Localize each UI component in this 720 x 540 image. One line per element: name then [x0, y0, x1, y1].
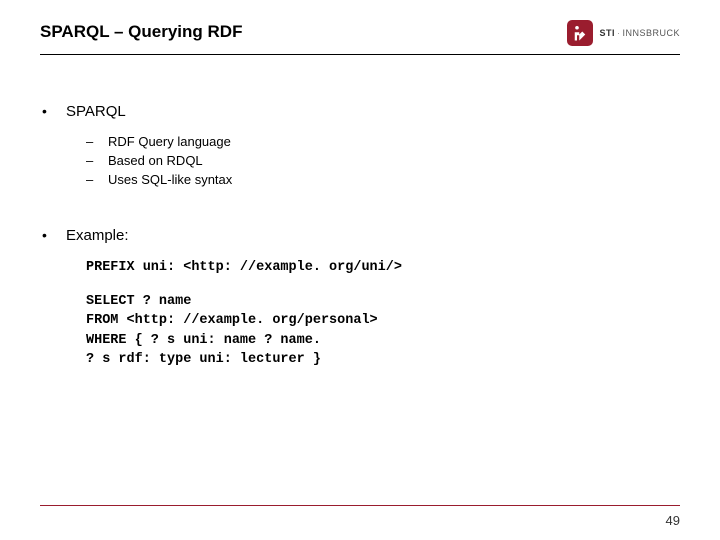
code-line: ? s rdf: type uni: lecturer } — [86, 350, 680, 370]
code-line: FROM <http: //example. org/personal> — [86, 311, 680, 331]
code-line: WHERE { ? s uni: name ? name. — [86, 331, 680, 351]
slide-title: SPARQL – Querying RDF — [40, 22, 242, 42]
bullet-marker: • — [42, 104, 66, 118]
sub-text: Uses SQL-like syntax — [108, 172, 232, 187]
sub-text: Based on RDQL — [108, 153, 203, 168]
logo-sep: · — [617, 28, 621, 38]
code-block: PREFIX uni: <http: //example. org/uni/> … — [86, 258, 680, 370]
logo-text: STI·INNSBRUCK — [599, 28, 680, 38]
footer-divider — [40, 505, 680, 506]
sub-item: – Based on RDQL — [86, 153, 680, 168]
bullet-sparql: • SPARQL — [42, 103, 680, 120]
slide-header: SPARQL – Querying RDF STI·INNSBRUCK — [40, 22, 680, 46]
dash-marker: – — [86, 153, 108, 168]
sub-text: RDF Query language — [108, 134, 231, 149]
logo-sti: STI — [599, 28, 615, 38]
slide-content: • SPARQL – RDF Query language – Based on… — [40, 103, 680, 370]
bullet-text: SPARQL — [66, 103, 126, 120]
dash-marker: – — [86, 172, 108, 187]
bullet-text: Example: — [66, 227, 129, 244]
code-line: SELECT ? name — [86, 292, 680, 312]
bullet-marker: • — [42, 228, 66, 242]
dash-marker: – — [86, 134, 108, 149]
code-blank-line — [86, 278, 680, 292]
bullet-example: • Example: — [42, 227, 680, 244]
sub-item: – RDF Query language — [86, 134, 680, 149]
sparql-sublist: – RDF Query language – Based on RDQL – U… — [86, 134, 680, 187]
logo-name: INNSBRUCK — [622, 28, 680, 38]
slide: SPARQL – Querying RDF STI·INNSBRUCK • SP… — [0, 0, 720, 540]
logo: STI·INNSBRUCK — [567, 20, 680, 46]
sub-item: – Uses SQL-like syntax — [86, 172, 680, 187]
header-divider — [40, 54, 680, 55]
page-number: 49 — [666, 513, 680, 528]
logo-icon — [567, 20, 593, 46]
code-line: PREFIX uni: <http: //example. org/uni/> — [86, 258, 680, 278]
